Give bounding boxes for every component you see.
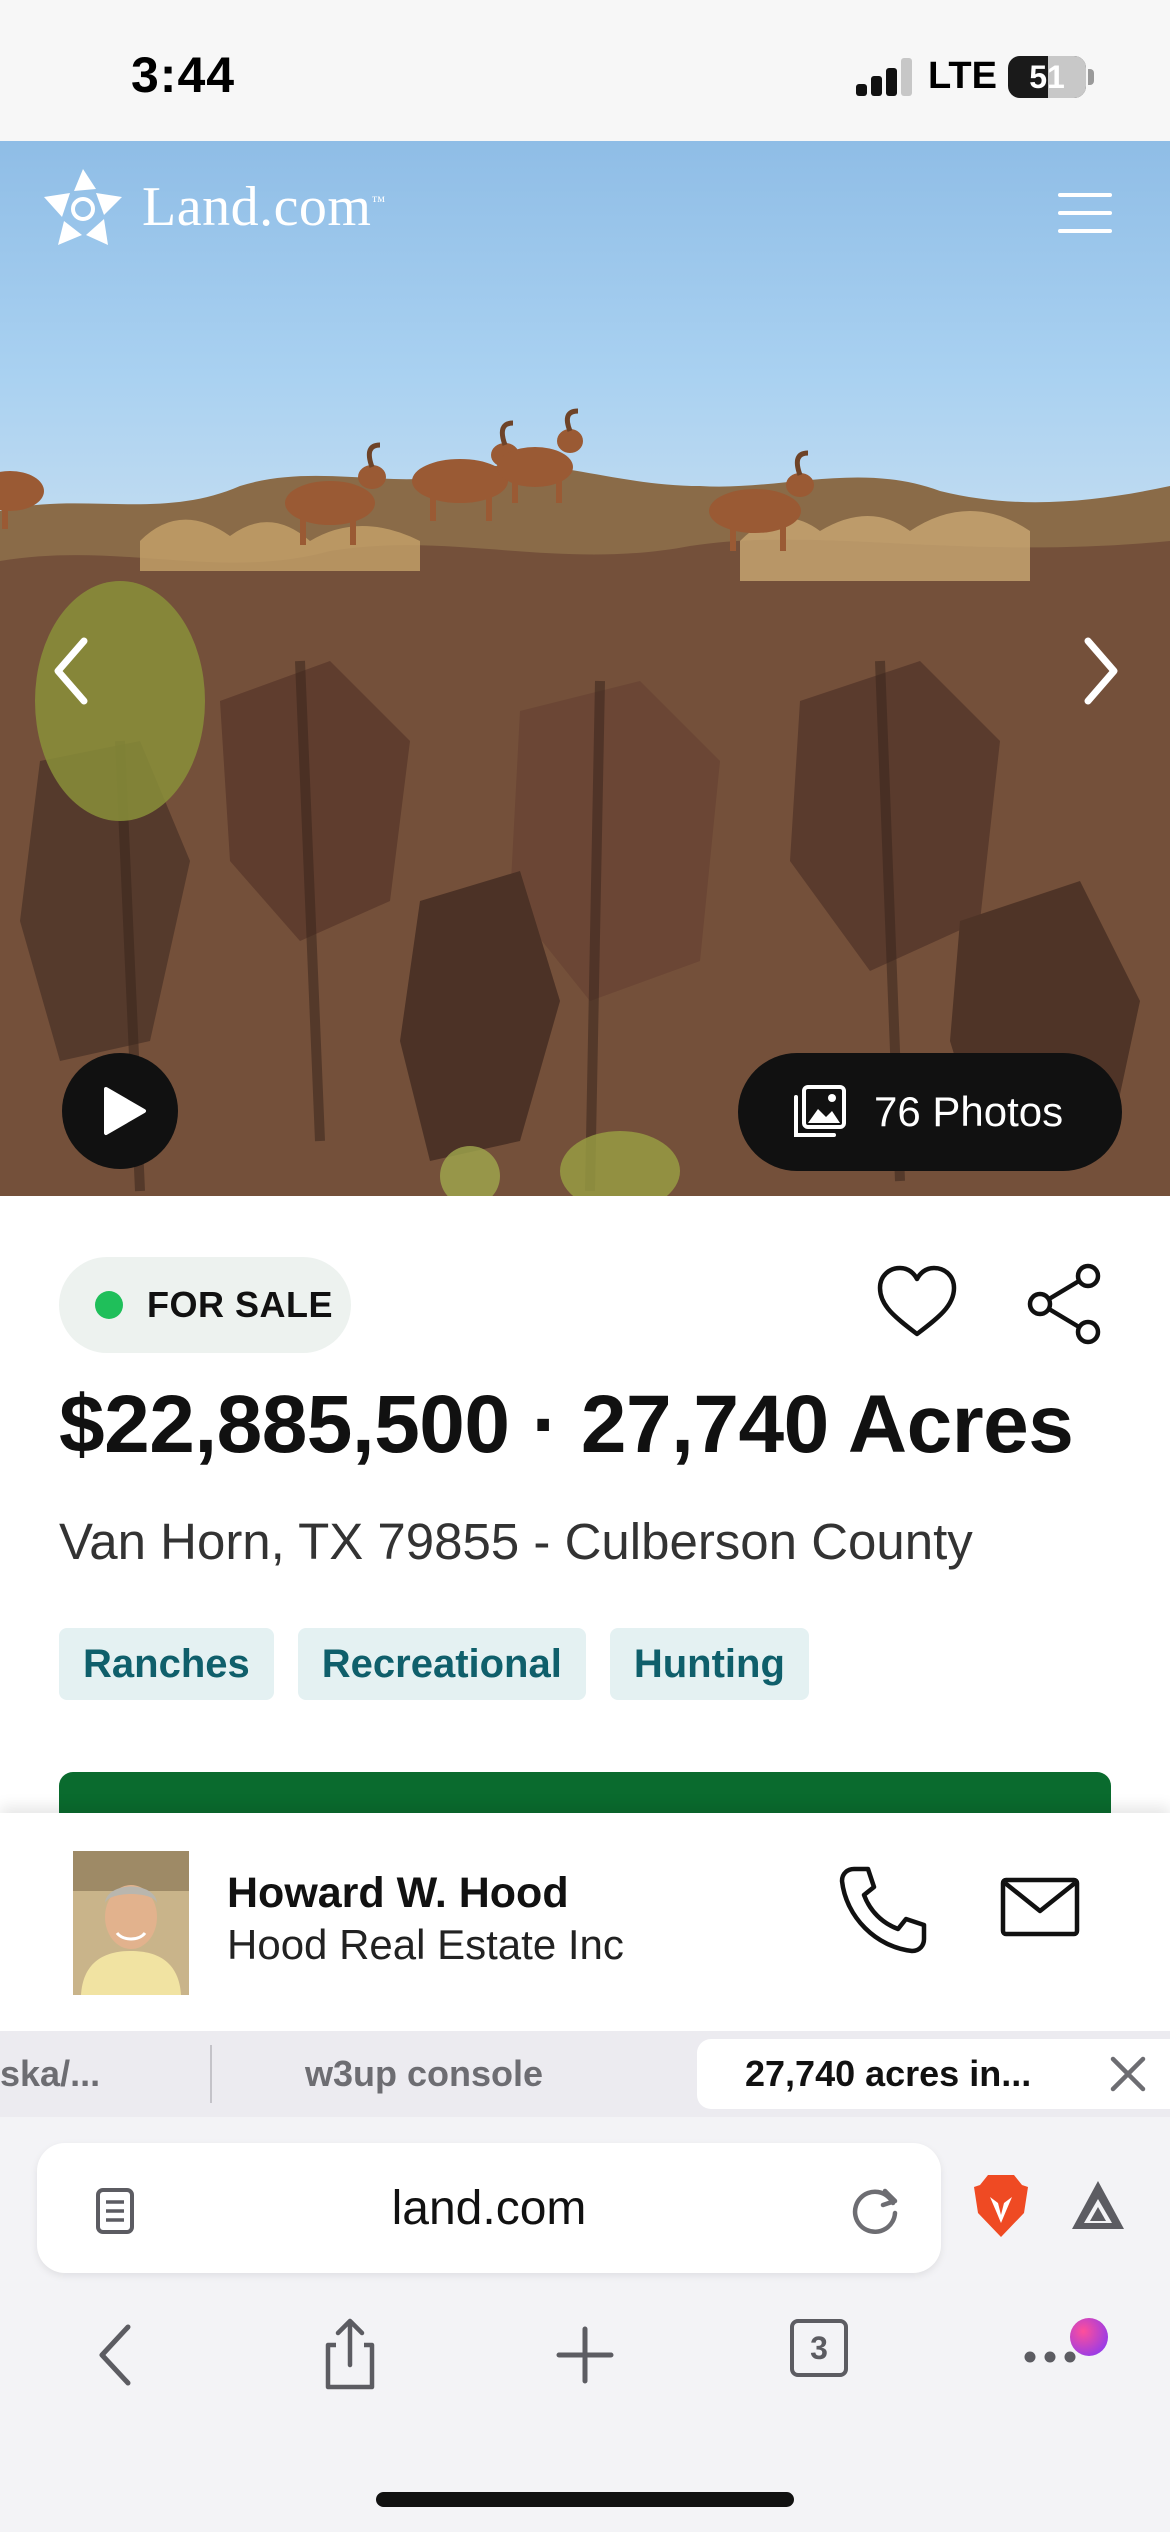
battery-tip — [1088, 69, 1094, 85]
browser-tab[interactable]: ska/... — [0, 2031, 110, 2117]
brand-logo[interactable]: Land.com™ — [44, 169, 386, 245]
battery-icon: 51 — [1008, 56, 1086, 98]
status-dot — [95, 1291, 123, 1319]
tag-hunting[interactable]: Hunting — [609, 1628, 809, 1700]
reload-icon[interactable] — [847, 2181, 903, 2237]
address-bar[interactable]: land.com — [37, 2143, 941, 2273]
status-badge: FOR SALE — [59, 1257, 351, 1353]
photo-gallery-icon — [794, 1085, 846, 1137]
back-icon[interactable] — [78, 2315, 158, 2395]
new-tab-icon[interactable] — [545, 2315, 625, 2395]
status-bar: 3:44 LTE 51 — [0, 0, 1170, 141]
browser-nav-row: 3 — [0, 2305, 1170, 2415]
play-video-button[interactable] — [62, 1053, 178, 1169]
heart-icon — [877, 1265, 957, 1337]
network-type: LTE — [928, 55, 997, 97]
brave-shield-icon[interactable] — [972, 2173, 1030, 2239]
price-acreage: $22,885,500 · 27,740 Acres — [59, 1379, 1074, 1470]
hero-gallery[interactable]: Land.com™ 76 Photos — [0, 141, 1170, 1196]
browser-toolbar: land.com 3 — [0, 2117, 1170, 2532]
active-tab-title: 27,740 acres in... — [745, 2053, 1032, 2094]
photos-count-label: 76 Photos — [874, 1088, 1064, 1135]
share-page-icon[interactable] — [310, 2315, 390, 2395]
share-listing-button[interactable] — [1024, 1262, 1104, 1346]
browser-tab-strip: ska/... w3up console 27,740 acres in... — [0, 2031, 1170, 2117]
tag-ranches[interactable]: Ranches — [59, 1628, 274, 1700]
tab-divider — [210, 2045, 212, 2103]
status-label: FOR SALE — [147, 1284, 334, 1325]
brand-name: Land.com™ — [142, 176, 386, 238]
signal-strength-icon — [856, 58, 914, 96]
email-agent-button[interactable] — [1000, 1875, 1080, 1939]
property-tags: Ranches Recreational Hunting — [59, 1628, 833, 1700]
agent-company: Hood Real Estate Inc — [227, 1921, 624, 1968]
share-icon — [1027, 1263, 1101, 1345]
photos-button[interactable]: 76 Photos — [738, 1053, 1122, 1171]
notification-dot — [1070, 2318, 1108, 2356]
gallery-prev-button[interactable] — [44, 621, 104, 721]
hero-photo — [0, 408, 1170, 1196]
close-icon[interactable] — [1107, 2053, 1149, 2095]
agent-name: Howard W. Hood — [227, 1869, 569, 1917]
hamburger-menu-icon[interactable] — [1058, 193, 1112, 233]
url-text: land.com — [391, 2182, 587, 2235]
call-agent-button[interactable] — [836, 1863, 930, 1957]
gallery-next-button[interactable] — [1068, 621, 1128, 721]
browser-tab-active[interactable]: 27,740 acres in... — [697, 2039, 1170, 2109]
tabs-icon[interactable]: 3 — [790, 2319, 848, 2377]
land-logo-icon — [44, 169, 122, 245]
browser-tab[interactable]: w3up console — [214, 2031, 634, 2117]
play-icon — [104, 1087, 146, 1135]
listing-address: Van Horn, TX 79855 - Culberson County — [59, 1513, 973, 1570]
favorite-button[interactable] — [876, 1264, 958, 1340]
chevron-left-icon — [54, 637, 88, 705]
mail-icon — [1000, 1877, 1080, 1937]
battery-percent: 51 — [1029, 59, 1065, 95]
agent-contact-bar: Howard W. Hood Hood Real Estate Inc — [0, 1813, 1170, 2031]
chevron-right-icon — [1084, 637, 1118, 705]
home-indicator[interactable] — [376, 2492, 794, 2507]
phone-icon — [839, 1866, 927, 1954]
status-time: 3:44 — [131, 47, 236, 103]
tag-recreational[interactable]: Recreational — [297, 1628, 586, 1700]
brand-trademark: ™ — [371, 194, 386, 210]
avatar — [73, 1851, 189, 1995]
brave-rewards-icon[interactable] — [1068, 2177, 1128, 2233]
